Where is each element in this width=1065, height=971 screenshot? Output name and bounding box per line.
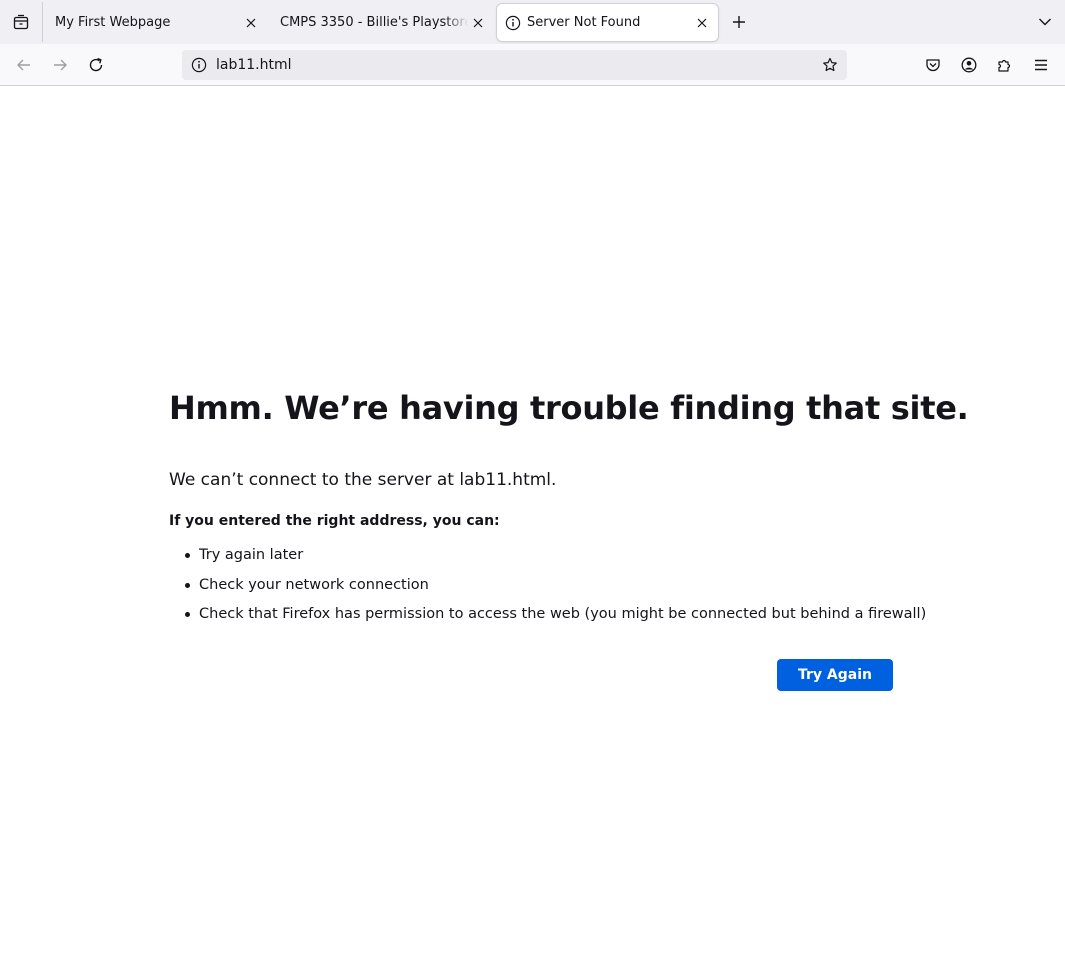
tab-separator [42, 2, 43, 42]
hamburger-menu-icon [1033, 57, 1049, 73]
extensions-button[interactable] [993, 53, 1017, 77]
star-icon [822, 57, 838, 73]
close-icon [246, 18, 256, 28]
error-container: Hmm. We’re having trouble finding that s… [169, 387, 969, 691]
url-bar[interactable] [182, 50, 847, 80]
back-arrow-icon [16, 57, 32, 73]
tab-server-not-found[interactable]: Server Not Found [497, 4, 718, 41]
tab-billies-playstore[interactable]: CMPS 3350 - Billie's Playstore | Home [272, 4, 492, 41]
forward-arrow-icon [52, 57, 68, 73]
puzzle-icon [997, 57, 1013, 73]
reload-icon [88, 57, 104, 73]
account-button[interactable] [957, 53, 981, 77]
tab-strip: My First Webpage CMPS 3350 - Billie's Pl… [0, 0, 1065, 44]
account-icon [961, 57, 977, 73]
tab-close-button[interactable] [692, 13, 712, 33]
new-tab-button[interactable] [727, 10, 751, 34]
url-input[interactable] [216, 51, 796, 79]
tab-close-button[interactable] [468, 13, 488, 33]
close-icon [473, 18, 483, 28]
error-hint: If you entered the right address, you ca… [169, 513, 500, 529]
app-menu-button[interactable] [1029, 53, 1053, 77]
tab-my-first-webpage[interactable]: My First Webpage [47, 4, 267, 41]
list-item: Check that Firefox has permission to acc… [169, 603, 926, 625]
navigation-toolbar [0, 44, 1065, 86]
chevron-down-icon [1038, 15, 1052, 29]
tab-list-button[interactable] [0, 0, 42, 44]
plus-icon [732, 15, 746, 29]
tab-title: My First Webpage [55, 15, 171, 30]
list-item: Check your network connection [169, 574, 899, 596]
bookmark-star-button[interactable] [819, 54, 841, 76]
error-title: Hmm. We’re having trouble finding that s… [169, 389, 969, 427]
list-all-tabs-button[interactable] [1033, 10, 1057, 34]
try-again-button[interactable]: Try Again [777, 659, 893, 691]
back-button[interactable] [12, 53, 36, 77]
forward-button[interactable] [48, 53, 72, 77]
tab-close-button[interactable] [241, 13, 261, 33]
error-description: We can’t connect to the server at lab11.… [169, 470, 557, 490]
tab-list-icon [13, 14, 29, 30]
tab-title: CMPS 3350 - Billie's Playstore | Home [280, 15, 468, 30]
info-icon [505, 15, 521, 31]
list-item: Try again later [169, 544, 899, 566]
page-content: Hmm. We’re having trouble finding that s… [0, 87, 1065, 971]
pocket-button[interactable] [921, 53, 945, 77]
suggestion-list: Try again later Check your network conne… [169, 544, 926, 625]
reload-button[interactable] [84, 53, 108, 77]
site-info-icon[interactable] [191, 57, 207, 73]
pocket-icon [925, 57, 941, 73]
tab-title: Server Not Found [527, 15, 641, 30]
close-icon [697, 18, 707, 28]
